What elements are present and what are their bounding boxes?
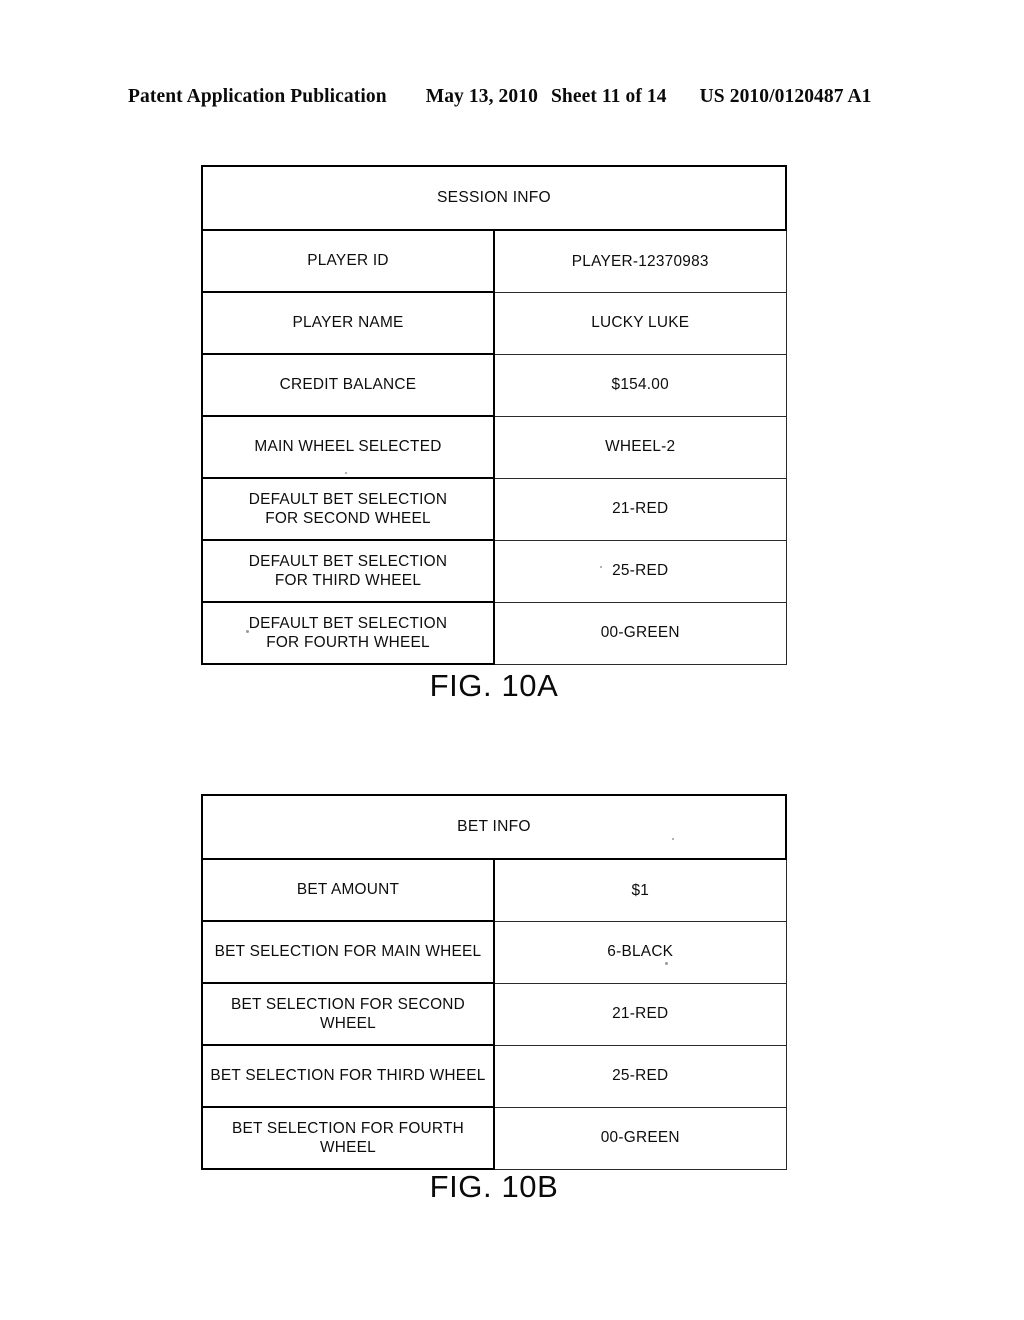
row-label-line-2: FOR SECOND WHEEL <box>265 510 431 527</box>
table-row: BET SELECTION FOR SECOND WHEEL 21-RED <box>201 982 787 1046</box>
table-row: BET SELECTION FOR MAIN WHEEL 6-BLACK <box>201 920 787 984</box>
row-value: 21-RED <box>493 477 787 541</box>
row-label: CREDIT BALANCE <box>201 353 495 417</box>
row-value: PLAYER-12370983 <box>493 229 787 293</box>
table-row: MAIN WHEEL SELECTED WHEEL-2 <box>201 415 787 479</box>
header-date-label: May 13, 2010 <box>425 86 538 107</box>
header-sheet-label: Sheet 11 of 14 <box>550 86 667 107</box>
row-value: 21-RED <box>493 982 787 1046</box>
header-publication-label: Patent Application Publication <box>128 86 387 107</box>
table-row: PLAYER ID PLAYER-12370983 <box>201 229 787 293</box>
row-value: LUCKY LUKE <box>493 291 787 355</box>
table-row: PLAYER NAME LUCKY LUKE <box>201 291 787 355</box>
row-value: 6-BLACK <box>493 920 787 984</box>
table-row: BET AMOUNT $1 <box>201 858 787 922</box>
row-label: DEFAULT BET SELECTION FOR THIRD WHEEL <box>201 539 495 603</box>
row-label: BET SELECTION FOR FOURTH WHEEL <box>201 1106 495 1170</box>
row-label-line-1: DEFAULT BET SELECTION <box>248 614 448 632</box>
header-document-number: US 2010/0120487 A1 <box>699 86 872 107</box>
table-row: BET SELECTION FOR FOURTH WHEEL 00-GREEN <box>201 1106 787 1170</box>
bet-info-title: BET INFO <box>201 794 787 860</box>
row-label: BET SELECTION FOR MAIN WHEEL <box>201 920 495 984</box>
row-label: BET SELECTION FOR SECOND WHEEL <box>201 982 495 1046</box>
row-label: MAIN WHEEL SELECTED <box>201 415 495 479</box>
row-value: $154.00 <box>493 353 787 417</box>
row-label-line-2: FOR THIRD WHEEL <box>274 572 422 589</box>
table-row: DEFAULT BET SELECTION FOR SECOND WHEEL 2… <box>201 477 787 541</box>
table-row: DEFAULT BET SELECTION FOR THIRD WHEEL 25… <box>201 539 787 603</box>
figure-10b: BET INFO BET AMOUNT $1 BET SELECTION FOR… <box>201 794 787 1204</box>
row-value: 00-GREEN <box>493 1106 787 1170</box>
row-label: DEFAULT BET SELECTION FOR SECOND WHEEL <box>201 477 495 541</box>
row-label-line-2: FOR FOURTH WHEEL <box>266 634 430 651</box>
row-value: WHEEL-2 <box>493 415 787 479</box>
page-header: Patent Application Publication May 13, 2… <box>128 86 896 108</box>
bet-info-table: BET INFO BET AMOUNT $1 BET SELECTION FOR… <box>201 794 787 1170</box>
row-label: BET SELECTION FOR THIRD WHEEL <box>201 1044 495 1108</box>
table-title-row: BET INFO <box>201 794 787 860</box>
table-row: CREDIT BALANCE $154.00 <box>201 353 787 417</box>
table-row: BET SELECTION FOR THIRD WHEEL 25-RED <box>201 1044 787 1108</box>
row-value: 25-RED <box>493 1044 787 1108</box>
figure-10a-caption: FIG. 10A <box>429 668 559 703</box>
row-label-line-1: DEFAULT BET SELECTION <box>248 552 448 570</box>
table-row: DEFAULT BET SELECTION FOR FOURTH WHEEL 0… <box>201 601 787 665</box>
session-info-table: SESSION INFO PLAYER ID PLAYER-12370983 P… <box>201 165 787 665</box>
row-label: PLAYER NAME <box>201 291 495 355</box>
table-title-row: SESSION INFO <box>201 165 787 231</box>
row-label: BET AMOUNT <box>201 858 495 922</box>
row-label-line-1: DEFAULT BET SELECTION <box>248 490 448 508</box>
row-label: PLAYER ID <box>201 229 495 293</box>
row-value: 25-RED <box>493 539 787 603</box>
figure-10a: SESSION INFO PLAYER ID PLAYER-12370983 P… <box>201 165 787 703</box>
row-value: 00-GREEN <box>493 601 787 665</box>
row-label: DEFAULT BET SELECTION FOR FOURTH WHEEL <box>201 601 495 665</box>
row-value: $1 <box>493 858 787 922</box>
session-info-title: SESSION INFO <box>201 165 787 231</box>
figure-10b-caption: FIG. 10B <box>429 1169 559 1204</box>
